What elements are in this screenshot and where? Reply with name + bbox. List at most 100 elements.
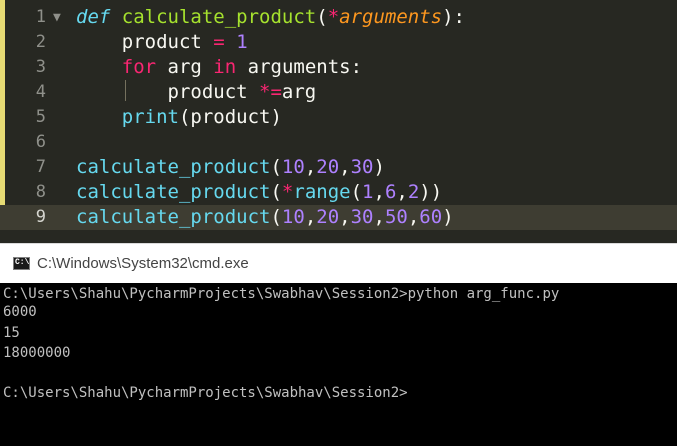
- cmd-window-title: C:\Windows\System32\cmd.exe: [37, 255, 249, 272]
- code-editor[interactable]: 1 ▼ def calculate_product(*arguments): 2 pr…: [0, 0, 677, 243]
- code-token: 30: [350, 156, 374, 178]
- code-line[interactable]: 5 print(product): [0, 105, 677, 130]
- code-token: arg: [156, 56, 214, 78]
- code-token: *=: [259, 81, 282, 103]
- code-line[interactable]: 2 product = 1: [0, 30, 677, 55]
- code-token: calculate_product: [76, 206, 271, 228]
- code-token: 20: [316, 206, 340, 228]
- line-number: 7: [35, 157, 46, 177]
- code-token: 2: [407, 181, 420, 203]
- line-number: 9: [35, 207, 46, 227]
- code-token: (: [316, 6, 328, 28]
- code-token: (: [270, 206, 282, 228]
- line-number: 1: [35, 7, 46, 27]
- code-token: 1: [236, 31, 248, 53]
- cmd-output-line: 6000: [3, 304, 37, 320]
- gutter: 8: [0, 180, 76, 205]
- cmd-console[interactable]: C:\Users\Shahu\PycharmProjects\Swabhav\S…: [0, 283, 677, 446]
- code-token: ):: [442, 6, 465, 28]
- code-token: 60: [419, 206, 443, 228]
- code-token: ,: [396, 181, 408, 203]
- code-token: *: [327, 6, 340, 28]
- code-token: in: [213, 56, 237, 78]
- line-number: 4: [35, 82, 46, 102]
- code-line[interactable]: 8 calculate_product(*range(1,6,2)): [0, 180, 677, 205]
- code-token: 20: [316, 156, 340, 178]
- code-token: product: [76, 81, 260, 103]
- code-token: =: [213, 31, 225, 53]
- gutter: 6: [0, 130, 76, 155]
- code-token: )): [419, 181, 443, 203]
- code-token: (: [350, 181, 363, 203]
- code-token: calculate_product: [76, 156, 271, 178]
- code-line[interactable]: 9 calculate_product(10,20,30,50,60): [0, 205, 677, 230]
- code-token: (: [270, 156, 282, 178]
- code-token: def: [76, 6, 111, 28]
- code-token: product: [76, 31, 214, 53]
- code-token: 10: [281, 206, 305, 228]
- gutter: 5: [0, 105, 76, 130]
- code-token: calculate_product: [121, 6, 317, 28]
- cmd-prompt-line: C:\Users\Shahu\PycharmProjects\Swabhav\S…: [3, 385, 408, 401]
- code-text: product = 1: [76, 30, 248, 55]
- fold-arrow-icon[interactable]: ▼: [53, 9, 61, 26]
- code-line[interactable]: 1 ▼ def calculate_product(*arguments):: [0, 5, 677, 30]
- code-token: 50: [384, 206, 408, 228]
- code-text: def calculate_product(*arguments):: [76, 5, 465, 30]
- code-token: ,: [339, 156, 351, 178]
- cmd-app-icon: C:\: [13, 257, 30, 270]
- code-token: calculate_product: [76, 181, 271, 203]
- cmd-output-line: 15: [3, 325, 20, 341]
- line-number: 5: [35, 107, 46, 127]
- code-text: calculate_product(10,20,30): [76, 155, 385, 180]
- gutter: 7: [0, 155, 76, 180]
- code-token: (: [270, 181, 282, 203]
- cmd-titlebar[interactable]: C:\ C:\Windows\System32\cmd.exe: [0, 243, 677, 284]
- code-token: 6: [384, 181, 397, 203]
- code-token: (product): [178, 106, 282, 128]
- gutter: 4: [0, 80, 76, 105]
- code-token: ,: [339, 206, 351, 228]
- code-token: ): [373, 156, 385, 178]
- code-token: ): [442, 206, 454, 228]
- code-text: calculate_product(*range(1,6,2)): [76, 180, 442, 205]
- code-token: 30: [350, 206, 374, 228]
- code-line[interactable]: 6: [0, 130, 677, 155]
- code-text: for arg in arguments:: [76, 55, 362, 80]
- code-token: for: [121, 56, 157, 78]
- code-token: range: [293, 181, 351, 203]
- line-number: 3: [35, 57, 46, 77]
- line-number: 2: [35, 32, 46, 52]
- code-text: calculate_product(10,20,30,50,60): [76, 205, 454, 230]
- cmd-output-line: C:\Users\Shahu\PycharmProjects\Swabhav\S…: [3, 286, 560, 302]
- code-token: print: [121, 106, 179, 128]
- code-token: arguments:: [236, 56, 363, 78]
- gutter: 2: [0, 30, 76, 55]
- code-token: ,: [373, 206, 385, 228]
- code-line[interactable]: 7 calculate_product(10,20,30): [0, 155, 677, 180]
- code-text: product *=arg: [76, 80, 317, 105]
- gutter: 1 ▼: [0, 5, 76, 30]
- code-line[interactable]: 3 for arg in arguments:: [0, 55, 677, 80]
- code-token: 10: [281, 156, 305, 178]
- code-text: print(product): [76, 105, 282, 130]
- code-token: ,: [373, 181, 385, 203]
- line-number: 6: [35, 132, 46, 152]
- cmd-output-line: 18000000: [3, 345, 71, 361]
- code-token: 1: [362, 181, 374, 203]
- code-token: *: [281, 181, 294, 203]
- code-token: arguments: [339, 6, 443, 28]
- gutter: 3: [0, 55, 76, 80]
- code-token: ,: [407, 206, 420, 228]
- cmd-icon-label: C:\: [15, 258, 30, 267]
- code-token: ,: [304, 206, 317, 228]
- code-line[interactable]: 4 product *=arg: [0, 80, 677, 105]
- line-number: 8: [35, 182, 46, 202]
- code-token: arg: [281, 81, 317, 103]
- code-token: ,: [304, 156, 317, 178]
- gutter: 9: [0, 205, 76, 230]
